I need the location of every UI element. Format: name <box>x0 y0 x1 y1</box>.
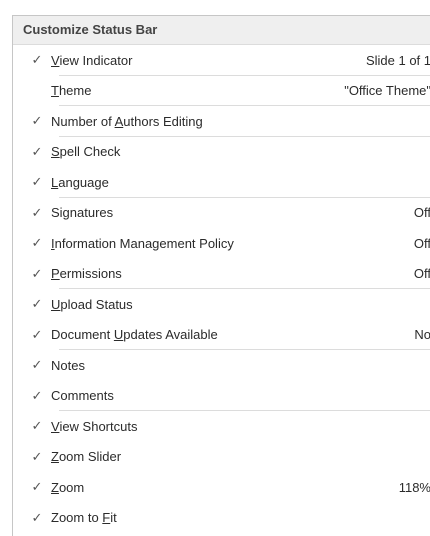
checkmark-icon: ✓ <box>31 174 43 190</box>
menu-item-label: View Shortcuts <box>51 418 138 434</box>
menu-item[interactable]: ✓ Number of Authors Editing <box>13 106 430 137</box>
menu-item[interactable]: ✓ Spell Check <box>13 137 430 168</box>
menu-item-label: Zoom Slider <box>51 449 122 465</box>
menu-item-value: "Office Theme" <box>344 83 430 99</box>
menu-item-label: Zoom to Fit <box>51 510 117 526</box>
checkmark-icon: ✓ <box>31 479 43 495</box>
checkmark-icon: ✓ <box>31 143 43 159</box>
menu-item-value: Off <box>413 235 430 251</box>
checkmark-icon: ✓ <box>31 204 43 220</box>
menu-item[interactable]: ✓ View Shortcuts <box>13 411 430 442</box>
checkmark-icon: ✓ <box>31 357 43 373</box>
menu-item[interactable]: ✓ Comments <box>13 381 430 411</box>
menu-item[interactable]: ✓ Information Management Policy Off <box>13 228 430 259</box>
menu-item-label: Document Updates Available <box>51 327 218 343</box>
menu-item[interactable]: ✓ Zoom 118% <box>13 472 430 503</box>
menu-item-value: No <box>414 327 430 343</box>
checkmark-icon: ✓ <box>31 418 43 434</box>
menu-item-value: Off <box>413 266 430 282</box>
menu-title: Customize Status Bar <box>13 16 430 45</box>
menu-item-label: View Indicator <box>51 52 133 68</box>
menu-item-label: Number of Authors Editing <box>51 113 203 129</box>
menu-item-label: Permissions <box>51 266 122 282</box>
checkmark-icon: ✓ <box>31 296 43 312</box>
menu-items-list: ✓ View Indicator Slide 1 of 1 Theme "Office … <box>13 45 430 533</box>
menu-item-value: Off <box>413 205 430 221</box>
menu-item[interactable]: ✓ Zoom Slider <box>13 442 430 473</box>
menu-item[interactable]: ✓ Notes <box>13 350 430 381</box>
menu-item-value: 118% <box>398 479 430 495</box>
menu-item-label: Signatures <box>51 205 114 221</box>
menu-item-label: Theme <box>51 83 92 99</box>
menu-item[interactable]: ✓ Permissions Off <box>13 259 430 289</box>
checkmark-icon: ✓ <box>31 509 43 525</box>
menu-item-label: Spell Check <box>51 144 121 160</box>
menu-item-label: Language <box>51 174 109 190</box>
menu-item[interactable]: ✓ Signatures Off <box>13 198 430 229</box>
customize-status-bar-menu: Customize Status Bar ✓ View Indicator Slid… <box>12 15 430 536</box>
menu-item[interactable]: ✓ Zoom to Fit <box>13 503 430 534</box>
menu-item-label: Comments <box>51 388 114 404</box>
checkmark-icon: ✓ <box>31 52 43 68</box>
checkmark-icon: ✓ <box>31 265 43 281</box>
menu-item-label: Notes <box>51 357 85 373</box>
checkmark-icon: ✓ <box>31 387 43 403</box>
menu-item-label: Upload Status <box>51 296 133 312</box>
checkmark-icon: ✓ <box>31 448 43 464</box>
menu-item[interactable]: Theme "Office Theme" <box>13 76 430 106</box>
menu-item-label: Information Management Policy <box>51 235 234 251</box>
menu-item[interactable]: ✓ Upload Status <box>13 289 430 320</box>
menu-item[interactable]: ✓ View Indicator Slide 1 of 1 <box>13 45 430 76</box>
checkmark-icon: ✓ <box>31 113 43 129</box>
menu-item[interactable]: ✓ Document Updates Available No <box>13 320 430 350</box>
menu-item-value: Slide 1 of 1 <box>365 52 430 68</box>
menu-item-label: Zoom <box>51 479 85 495</box>
checkmark-icon: ✓ <box>31 326 43 342</box>
checkmark-icon: ✓ <box>31 235 43 251</box>
menu-item[interactable]: ✓ Language <box>13 167 430 198</box>
